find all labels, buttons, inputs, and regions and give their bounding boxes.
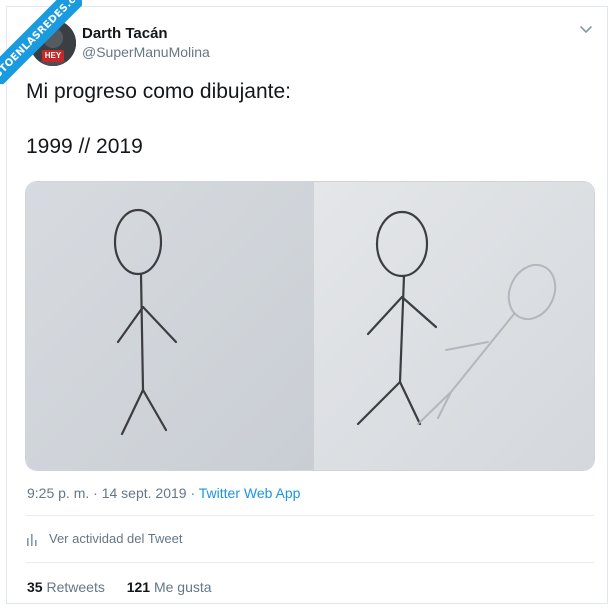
tweet-source-link[interactable]: Twitter Web App — [199, 485, 301, 501]
tweet-photo[interactable] — [25, 181, 595, 471]
retweets-label: Retweets — [46, 579, 105, 595]
watermark: VISTOENLASREDES.com — [0, 0, 82, 84]
tweet-stats: 35 Retweets 121 Me gusta — [27, 579, 230, 595]
tweet-date[interactable]: 14 sept. 2019 — [102, 485, 187, 501]
divider — [26, 515, 594, 516]
author-handle[interactable]: @SuperManuMolina — [82, 44, 210, 60]
author-name[interactable]: Darth Tacán — [82, 25, 168, 42]
likes-stat[interactable]: 121 Me gusta — [127, 579, 212, 595]
chevron-down-icon[interactable] — [578, 22, 594, 38]
tweet-meta: 9:25 p. m. · 14 sept. 2019 · Twitter Web… — [27, 485, 300, 501]
stick-figures-image — [26, 182, 594, 470]
likes-count: 121 — [126, 579, 151, 595]
activity-label: Ver actividad del Tweet — [49, 531, 183, 546]
retweets-stat[interactable]: 35 Retweets — [27, 579, 109, 595]
likes-label: Me gusta — [153, 579, 212, 595]
meta-separator-2: · — [190, 485, 196, 501]
tweet-activity-link[interactable]: Ver actividad del Tweet — [27, 531, 182, 546]
tweet-text-line2: 1999 // 2019 — [26, 135, 143, 158]
meta-separator: · — [93, 485, 98, 501]
bar-chart-icon — [27, 533, 37, 546]
tweet-time[interactable]: 9:25 p. m. — [27, 485, 89, 501]
watermark-text: VISTOENLASREDES.com — [0, 0, 82, 84]
divider — [26, 562, 594, 563]
retweets-count: 35 — [27, 579, 43, 595]
